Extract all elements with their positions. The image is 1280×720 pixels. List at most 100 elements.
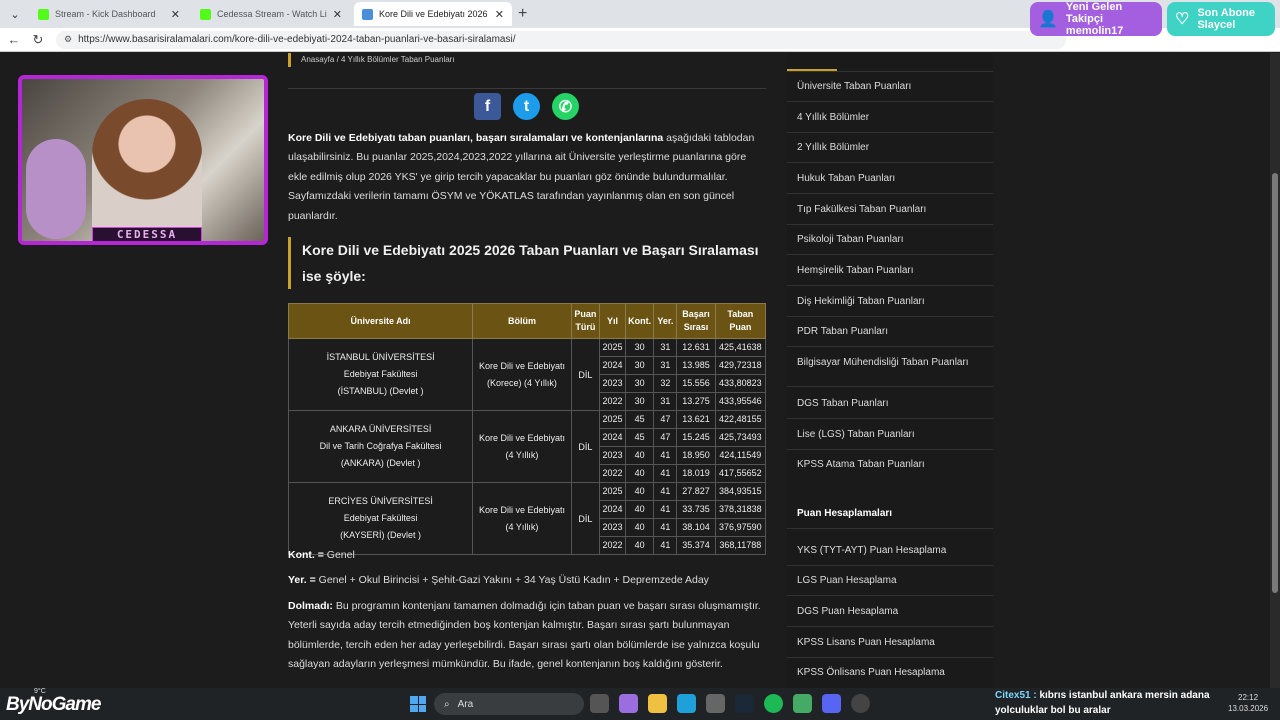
table-row: ERCİYES ÜNİVERSİTESİ Edebiyat Fakültesi … — [287, 482, 767, 555]
col-header: Taban Puan — [714, 303, 767, 339]
webcam-overlay: CEDESSA — [18, 75, 268, 245]
windows-start-icon[interactable] — [410, 696, 426, 712]
reload-icon[interactable]: ↻ — [28, 32, 48, 48]
kont-cell: 40 — [625, 518, 655, 537]
close-tab-icon[interactable]: ✕ — [333, 8, 342, 21]
calc-link[interactable]: DGS Puan Hesaplama — [797, 606, 987, 617]
facebook-icon[interactable]: f — [474, 93, 501, 120]
col-header: Üniversite Adı — [287, 303, 474, 339]
new-tab-icon[interactable]: + — [518, 5, 527, 23]
url-field[interactable]: ⚙ https://www.basarisiralamalari.com/kor… — [56, 30, 1066, 49]
sidebar-link[interactable]: 4 Yıllık Bölümler — [797, 112, 987, 123]
app-icon[interactable] — [793, 694, 812, 713]
discord-icon[interactable] — [822, 694, 841, 713]
sidebar-link[interactable]: Üniversite Taban Puanları — [797, 81, 987, 92]
intro-text: aşağıdaki tablodan ulaşabilirsiniz. Bu p… — [288, 132, 755, 222]
kick-favicon-icon — [200, 8, 211, 20]
divider — [787, 386, 993, 387]
puan-cell: 376,97590 — [714, 518, 767, 537]
windows-taskbar: ByNoGame 9°C ⌕ Ara Citex51 : kıbrıs ista… — [0, 688, 1280, 720]
whatsapp-icon[interactable]: ✆ — [552, 93, 579, 120]
sira-cell: 15.556 — [676, 374, 716, 393]
university-name[interactable]: İSTANBUL ÜNİVERSİTESİ — [289, 349, 472, 366]
city-type: (İSTANBUL) (Devlet ) — [337, 386, 424, 396]
yil-cell: 2024 — [598, 500, 627, 519]
twitter-icon[interactable]: t — [513, 93, 540, 120]
puan-cell: 425,41638 — [714, 338, 767, 357]
task-view-icon[interactable] — [590, 694, 609, 713]
divider — [787, 316, 993, 317]
edge-icon[interactable] — [677, 694, 696, 713]
yil-cell: 2022 — [598, 464, 627, 483]
col-header: Puan Türü — [570, 303, 600, 339]
store-icon[interactable] — [706, 694, 725, 713]
obs-icon[interactable] — [851, 694, 870, 713]
divider — [787, 626, 993, 627]
col-header: Başarı Sırası — [676, 303, 716, 339]
university-cell: ANKARA ÜNİVERSİTESİ Dil ve Tarih Coğrafy… — [287, 410, 474, 483]
calc-link[interactable]: KPSS Lisans Puan Hesaplama — [797, 637, 987, 648]
back-arrow-icon[interactable]: ← — [4, 32, 24, 47]
browser-tab-0[interactable]: Stream - Kick Dashboard ✕ — [30, 2, 188, 26]
section-heading: Kore Dili ve Edebiyatı 2025 2026 Taban P… — [288, 237, 768, 289]
yil-cell: 2025 — [598, 482, 627, 501]
yer-cell: 31 — [653, 338, 678, 357]
yer-cell: 41 — [653, 464, 678, 483]
system-clock[interactable]: 22:12 13.03.2026 — [1228, 692, 1268, 714]
puan-turu-cell: DİL — [570, 338, 600, 411]
spotify-icon[interactable] — [764, 694, 783, 713]
yer-cell: 41 — [653, 446, 678, 465]
divider — [288, 88, 766, 89]
browser-tab-1[interactable]: Cedessa Stream - Watch Live on K ✕ — [192, 2, 350, 26]
copilot-icon[interactable] — [619, 694, 638, 713]
yer-cell: 41 — [653, 518, 678, 537]
puan-cell: 384,93515 — [714, 482, 767, 501]
kont-cell: 45 — [625, 428, 655, 447]
university-name[interactable]: ANKARA ÜNİVERSİTESİ — [289, 421, 472, 438]
sidebar-link[interactable]: 2 Yıllık Bölümler — [797, 142, 987, 153]
plush-toy — [26, 139, 86, 239]
close-tab-icon[interactable]: ✕ — [171, 8, 180, 21]
sidebar-link[interactable]: Tıp Fakülkesi Taban Puanları — [797, 204, 987, 215]
close-tab-icon[interactable]: ✕ — [495, 8, 504, 21]
kont-cell: 45 — [625, 410, 655, 429]
kont-cell: 40 — [625, 464, 655, 483]
page-scrollbar[interactable] — [1270, 53, 1280, 688]
kont-cell: 30 — [625, 338, 655, 357]
browser-tab-2[interactable]: Kore Dili ve Edebiyatı 2026 Tercih ✕ — [354, 2, 512, 26]
search-icon: ⌕ — [444, 698, 450, 710]
table-row: ANKARA ÜNİVERSİTESİ Dil ve Tarih Coğrafy… — [287, 410, 767, 483]
site-info-icon[interactable]: ⚙ — [64, 34, 72, 45]
calc-link[interactable]: LGS Puan Hesaplama — [797, 575, 987, 586]
university-name[interactable]: ERCİYES ÜNİVERSİTESİ — [289, 493, 472, 510]
sidebar-link[interactable]: Psikoloji Taban Puanları — [797, 234, 987, 245]
puan-cell: 429,72318 — [714, 356, 767, 375]
calc-link[interactable]: KPSS Önlisans Puan Hesaplama — [797, 667, 987, 678]
sidebar-link[interactable]: Diş Hekimliği Taban Puanları — [797, 296, 987, 307]
sidebar-link[interactable]: PDR Taban Puanları — [797, 326, 987, 337]
divider — [787, 285, 993, 286]
sub-name: Slaycel — [1197, 19, 1236, 31]
scrollbar-thumb[interactable] — [1272, 173, 1278, 593]
sidebar-link[interactable]: Bilgisayar Mühendisliği Taban Puanları — [797, 357, 987, 368]
divider — [787, 132, 993, 133]
sidebar: Üniversite Taban Puanları 4 Yıllık Bölüm… — [787, 53, 993, 688]
tab-title: Stream - Kick Dashboard — [55, 9, 156, 19]
web-page: CEDESSA Anasayfa / 4 Yıllık Bölümler Tab… — [0, 53, 1280, 688]
bolum-name: Kore Dili ve Edebiyatı — [478, 360, 565, 371]
tab-list-icon[interactable]: ⌄ — [4, 3, 26, 25]
breadcrumb[interactable]: Anasayfa / 4 Yıllık Bölümler Taban Puanl… — [288, 53, 455, 67]
sidebar-link[interactable]: Hukuk Taban Puanları — [797, 173, 987, 184]
sidebar-link[interactable]: Hemşirelik Taban Puanları — [797, 265, 987, 276]
calc-link[interactable]: YKS (TYT-AYT) Puan Hesaplama — [797, 545, 987, 556]
sidebar-link[interactable]: DGS Taban Puanları — [797, 398, 987, 409]
sidebar-link[interactable]: KPSS Atama Taban Puanları — [797, 459, 987, 470]
file-explorer-icon[interactable] — [648, 694, 667, 713]
taskbar-search[interactable]: ⌕ Ara — [434, 693, 584, 715]
tab-title: Kore Dili ve Edebiyatı 2026 Tercih — [379, 9, 489, 19]
divider — [787, 162, 993, 163]
sidebar-link[interactable]: Lise (LGS) Taban Puanları — [797, 429, 987, 440]
yer-cell: 47 — [653, 428, 678, 447]
col-header: Bölüm — [472, 303, 572, 339]
steam-icon[interactable] — [735, 694, 754, 713]
